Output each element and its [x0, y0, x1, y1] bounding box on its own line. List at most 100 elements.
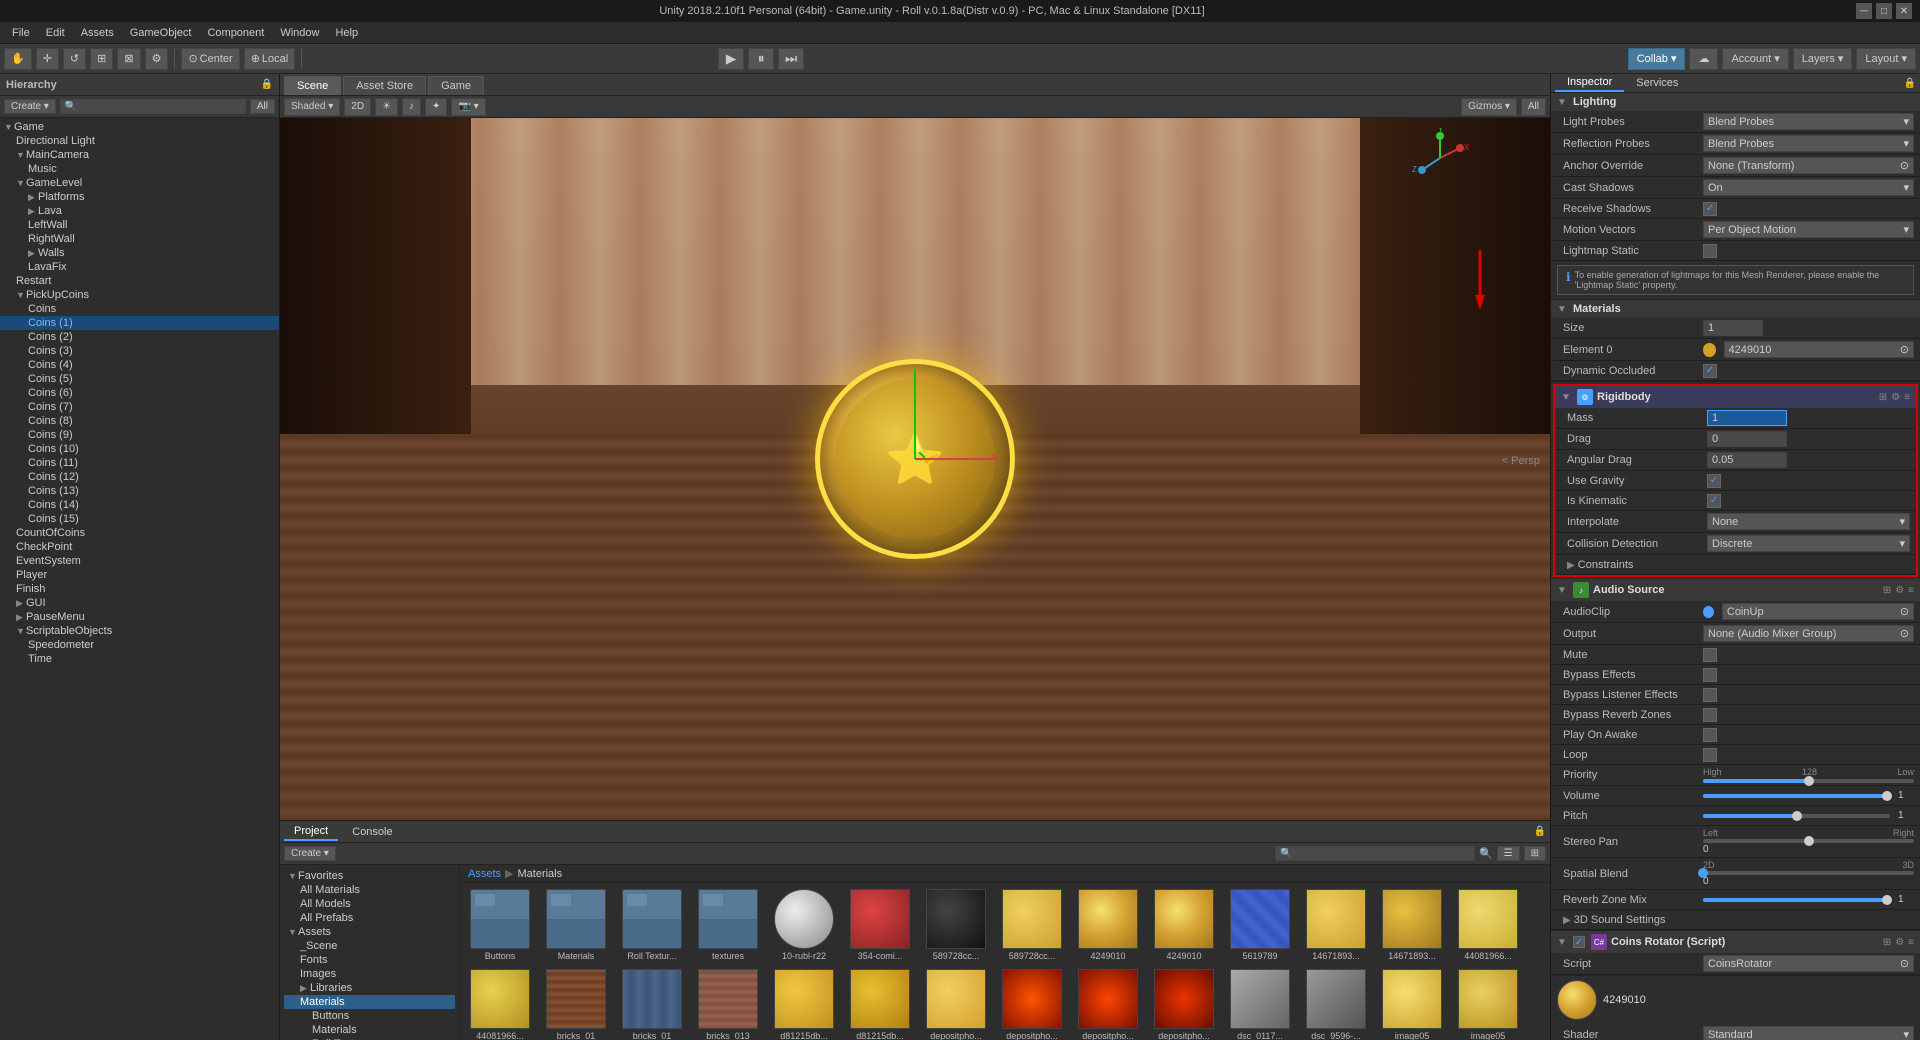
sound-settings-collapse[interactable]: ▶: [1563, 915, 1571, 926]
use-gravity-checkbox[interactable]: [1707, 474, 1721, 488]
tree-item-countofcoins[interactable]: CountOfCoins: [0, 526, 279, 540]
coins-rotator-copy-icon[interactable]: ⊞: [1883, 937, 1891, 948]
tree-item-coins[interactable]: Coins: [0, 302, 279, 316]
all-layers-button[interactable]: All: [1521, 98, 1546, 116]
breadcrumb-assets[interactable]: Assets: [468, 868, 501, 880]
drag-input[interactable]: 0: [1707, 431, 1787, 447]
tree-libraries[interactable]: ▶ Libraries: [284, 981, 455, 995]
tree-item-coins9[interactable]: Coins (9): [0, 428, 279, 442]
hierarchy-create-button[interactable]: Create ▾: [4, 99, 56, 114]
rigidbody-settings-icon[interactable]: ⚙: [1891, 392, 1900, 403]
pitch-slider[interactable]: [1703, 814, 1890, 818]
spatial-slider[interactable]: [1703, 871, 1914, 875]
cast-shadows-dropdown[interactable]: On▾: [1703, 179, 1914, 196]
asset-bricks01-2[interactable]: bricks_01: [616, 967, 688, 1040]
tree-item-coins4[interactable]: Coins (4): [0, 358, 279, 372]
scene-view[interactable]: ⭐: [280, 118, 1550, 820]
shaded-dropdown[interactable]: Shaded ▾: [284, 98, 340, 116]
asset-5619789[interactable]: 5619789: [1224, 887, 1296, 963]
tree-item-walls[interactable]: ▶ Walls: [0, 246, 279, 260]
asset-44081966-1[interactable]: 44081966...: [1452, 887, 1524, 963]
asset-14671893-2[interactable]: 14671893...: [1376, 887, 1448, 963]
tool-move[interactable]: ✛: [36, 48, 59, 70]
mass-input[interactable]: 1: [1707, 410, 1787, 426]
asset-4249010-2[interactable]: 4249010: [1148, 887, 1220, 963]
tree-item-coins2[interactable]: Coins (2): [0, 330, 279, 344]
asset-roll-textures-folder[interactable]: Roll Textur...: [616, 887, 688, 963]
local-button[interactable]: ⊕ Local: [244, 48, 296, 70]
audio-settings-icon[interactable]: ⚙: [1895, 585, 1904, 596]
tree-item-coins7[interactable]: Coins (7): [0, 400, 279, 414]
tree-item-time[interactable]: Time: [0, 652, 279, 666]
tree-fonts[interactable]: Fonts: [284, 953, 455, 967]
assets-filter-button[interactable]: ☰: [1497, 846, 1520, 861]
tree-buttons[interactable]: Buttons: [284, 1009, 455, 1023]
rigidbody-header[interactable]: ▼ ⚙ Rigidbody ⊞ ⚙ ≡: [1555, 386, 1916, 408]
receive-shadows-checkbox[interactable]: [1703, 202, 1717, 216]
tree-item-checkpoint[interactable]: CheckPoint: [0, 540, 279, 554]
asset-10rubl[interactable]: 10-rubl-r22: [768, 887, 840, 963]
tree-item-coins5[interactable]: Coins (5): [0, 372, 279, 386]
lightmap-static-checkbox[interactable]: [1703, 244, 1717, 258]
asset-depositpho-1[interactable]: depositpho...: [920, 967, 992, 1040]
tree-all-models[interactable]: All Models: [284, 897, 455, 911]
audio-source-header[interactable]: ▼ ♪ Audio Source ⊞ ⚙ ≡: [1551, 579, 1920, 601]
audio-button[interactable]: ♪: [402, 98, 421, 116]
asset-44081966-2[interactable]: 44081966...: [464, 967, 536, 1040]
tree-images[interactable]: Images: [284, 967, 455, 981]
tree-item-coins14[interactable]: Coins (14): [0, 498, 279, 512]
asset-depositpho-2[interactable]: depositpho...: [996, 967, 1068, 1040]
tree-item-rightwall[interactable]: RightWall: [0, 232, 279, 246]
audio-copy-icon[interactable]: ⊞: [1883, 585, 1891, 596]
asset-image05-2[interactable]: image05: [1452, 967, 1524, 1040]
dynamic-occluded-checkbox[interactable]: [1703, 364, 1717, 378]
inspector-lock-icon[interactable]: 🔒: [1904, 78, 1916, 89]
asset-bricks013[interactable]: bricks_013: [692, 967, 764, 1040]
asset-depositpho-4[interactable]: depositpho...: [1148, 967, 1220, 1040]
menu-component[interactable]: Component: [199, 25, 272, 41]
rigidbody-menu-icon[interactable]: ≡: [1904, 392, 1910, 403]
menu-edit[interactable]: Edit: [38, 25, 73, 41]
tree-item-coins1[interactable]: Coins (1): [0, 316, 279, 330]
minimize-button[interactable]: ─: [1856, 3, 1872, 19]
asset-dsc9596[interactable]: dsc_9596-...: [1300, 967, 1372, 1040]
gizmos-button[interactable]: Gizmos ▾: [1461, 98, 1517, 116]
tree-item-scriptableobjects[interactable]: ▼ ScriptableObjects: [0, 624, 279, 638]
tool-transform[interactable]: ⚙: [145, 48, 169, 70]
asset-14671893-1[interactable]: 14671893...: [1300, 887, 1372, 963]
project-lock-icon[interactable]: 🔒: [1534, 826, 1546, 837]
tree-all-materials[interactable]: All Materials: [284, 883, 455, 897]
constraints-collapse-icon[interactable]: ▶: [1567, 560, 1575, 571]
asset-589728cc1[interactable]: 589728cc...: [920, 887, 992, 963]
tab-scene[interactable]: Scene: [284, 76, 341, 95]
reflection-probes-dropdown[interactable]: Blend Probes▾: [1703, 135, 1914, 152]
tab-asset-store[interactable]: Asset Store: [343, 76, 426, 95]
assets-search-input[interactable]: [1275, 846, 1475, 861]
asset-d81215db-1[interactable]: d81215db...: [768, 967, 840, 1040]
priority-slider[interactable]: [1703, 779, 1914, 783]
tree-item-coins11[interactable]: Coins (11): [0, 456, 279, 470]
asset-bricks01-1[interactable]: bricks_01: [540, 967, 612, 1040]
assets-create-button[interactable]: Create ▾: [284, 846, 336, 861]
account-button[interactable]: Account ▾: [1722, 48, 1788, 70]
asset-354comi[interactable]: 354-comi...: [844, 887, 916, 963]
tree-item-finish[interactable]: Finish: [0, 582, 279, 596]
tool-hand[interactable]: ✋: [4, 48, 32, 70]
tab-project[interactable]: Project: [284, 823, 338, 841]
tab-inspector[interactable]: Inspector: [1555, 74, 1624, 92]
pause-button[interactable]: ⏸: [748, 48, 774, 70]
tool-rotate[interactable]: ↺: [63, 48, 86, 70]
tree-item-pausemenu[interactable]: ▶ PauseMenu: [0, 610, 279, 624]
tree-item-eventsystem[interactable]: EventSystem: [0, 554, 279, 568]
tree-item-coins8[interactable]: Coins (8): [0, 414, 279, 428]
tree-materials2[interactable]: Materials: [284, 1023, 455, 1037]
audio-menu-icon[interactable]: ≡: [1908, 585, 1914, 596]
layers-button[interactable]: Layers ▾: [1793, 48, 1853, 70]
collision-detection-dropdown[interactable]: Discrete▾: [1707, 535, 1910, 552]
tree-item-player[interactable]: Player: [0, 568, 279, 582]
tree-materials[interactable]: Materials: [284, 995, 455, 1009]
volume-slider[interactable]: [1703, 794, 1890, 798]
tree-all-prefabs[interactable]: All Prefabs: [284, 911, 455, 925]
coins-rotator-enabled[interactable]: [1573, 936, 1585, 948]
loop-checkbox[interactable]: [1703, 748, 1717, 762]
